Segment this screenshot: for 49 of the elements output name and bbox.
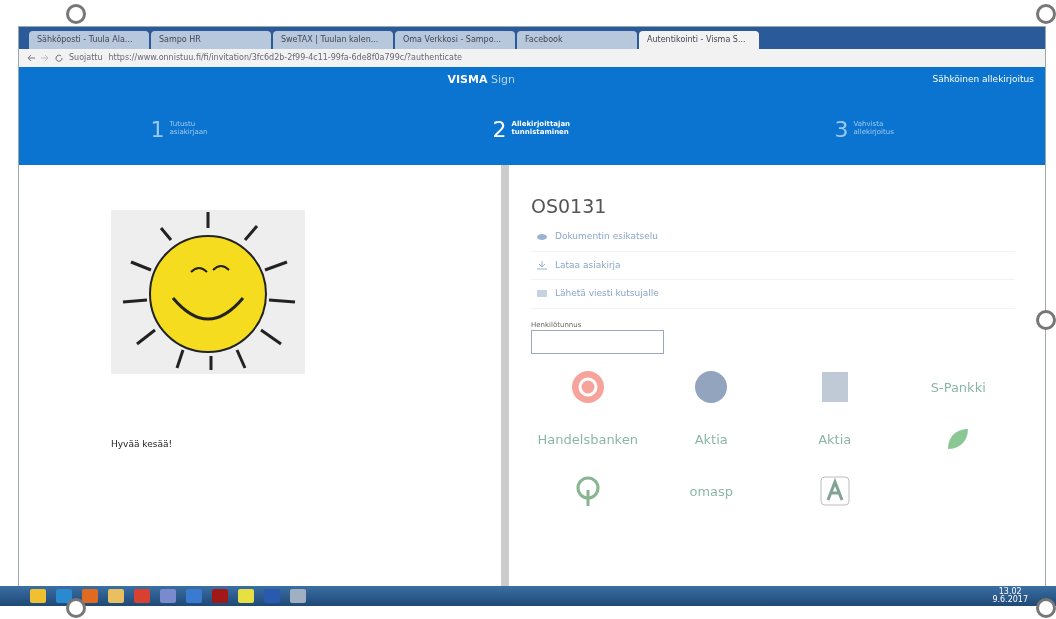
browser-tab[interactable]: Facebook bbox=[517, 31, 637, 49]
bank-logo[interactable] bbox=[819, 476, 850, 507]
resize-handle[interactable] bbox=[66, 598, 86, 618]
taskbar-app-icon[interactable] bbox=[238, 589, 254, 603]
bank-name[interactable]: S-Pankki bbox=[930, 377, 986, 398]
taskbar-app-icon[interactable] bbox=[30, 589, 46, 603]
browser-tab[interactable]: Autentikointi - Visma S... bbox=[639, 31, 759, 49]
url-field[interactable]: https://www.onnistuu.fi/fi/invitation/3fc6d2b-2f99-4c11-99fa-6de8f0a799c/?authenticate bbox=[108, 52, 462, 64]
browser-tab[interactable]: Sähköposti - Tuula Ala... bbox=[29, 31, 149, 49]
clock-date: 9.6.2017 bbox=[992, 596, 1028, 605]
message-icon bbox=[537, 289, 547, 299]
bank-logo[interactable] bbox=[570, 370, 605, 405]
taskbar-app-icon[interactable] bbox=[290, 589, 306, 603]
taskbar-app-icon[interactable] bbox=[264, 589, 280, 603]
forward-icon[interactable] bbox=[41, 54, 49, 62]
download-icon bbox=[537, 261, 547, 271]
bank-logo[interactable] bbox=[694, 370, 729, 405]
reload-icon[interactable] bbox=[55, 54, 63, 62]
document-title: OS0131 bbox=[531, 195, 608, 218]
header-title: Sähköinen allekirjoitus bbox=[932, 73, 1034, 87]
clock-time: 13.02 bbox=[998, 587, 1022, 596]
bank-logo[interactable] bbox=[821, 372, 848, 403]
taskbar-app-icon[interactable] bbox=[160, 589, 176, 603]
browser-tab[interactable]: Oma Verkkosi - Sampo... bbox=[395, 31, 515, 49]
browser-tab[interactable]: Sampo HR bbox=[151, 31, 271, 49]
resize-handle[interactable] bbox=[1036, 4, 1056, 24]
document-caption: Hyvää kesää! bbox=[111, 438, 174, 451]
back-icon[interactable] bbox=[27, 54, 35, 62]
bank-name[interactable]: Handelsbanken bbox=[537, 429, 638, 450]
taskbar-app-icon[interactable] bbox=[186, 589, 202, 603]
resize-handle[interactable] bbox=[1036, 598, 1056, 618]
taskbar-app-icon[interactable] bbox=[212, 589, 228, 603]
input-field[interactable] bbox=[531, 330, 664, 355]
browser-tab[interactable]: SweTAX | Tuulan kalen... bbox=[273, 31, 393, 49]
brand-logo: VISMA bbox=[447, 72, 488, 86]
panel-link[interactable]: Dokumentin esikatselu bbox=[555, 230, 658, 244]
panel-link[interactable]: Lataa asiakirja bbox=[555, 258, 621, 273]
resize-handle[interactable] bbox=[66, 4, 86, 24]
bank-name[interactable]: Aktia bbox=[818, 429, 852, 450]
taskbar-app-icon[interactable] bbox=[108, 589, 124, 603]
bank-name[interactable]: omasp bbox=[689, 481, 734, 502]
eye-icon bbox=[537, 233, 547, 242]
bank-name[interactable]: Aktia bbox=[694, 429, 728, 450]
taskbar-app-icon[interactable] bbox=[134, 589, 150, 603]
secure-label: Suojattu bbox=[69, 52, 103, 64]
leaf-icon[interactable] bbox=[946, 427, 971, 452]
product-name: Sign bbox=[491, 72, 515, 86]
panel-link[interactable]: Lähetä viesti kutsujalle bbox=[555, 287, 659, 301]
resize-handle[interactable] bbox=[1036, 310, 1056, 330]
